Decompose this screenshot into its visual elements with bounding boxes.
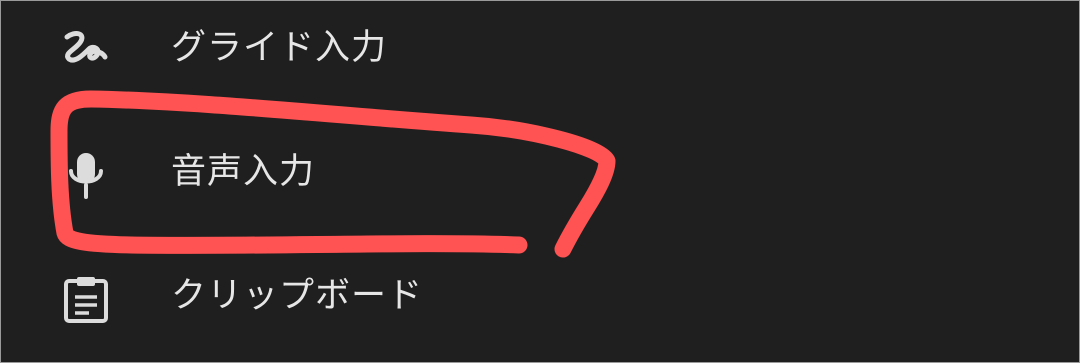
menu-item-label: クリップボード	[171, 276, 424, 316]
microphone-icon	[57, 151, 117, 199]
menu-item-glide-typing[interactable]: グライド入力	[1, 1, 1079, 97]
menu-item-label: 音声入力	[171, 152, 316, 192]
settings-menu-panel: グライド入力 音声入力 クリップボード	[0, 0, 1080, 363]
menu-item-label: グライド入力	[171, 28, 388, 68]
menu-item-voice-input[interactable]: 音声入力	[1, 121, 1079, 221]
glide-typing-icon	[57, 27, 117, 71]
menu-item-clipboard[interactable]: クリップボード	[1, 245, 1079, 345]
clipboard-icon	[57, 275, 117, 323]
